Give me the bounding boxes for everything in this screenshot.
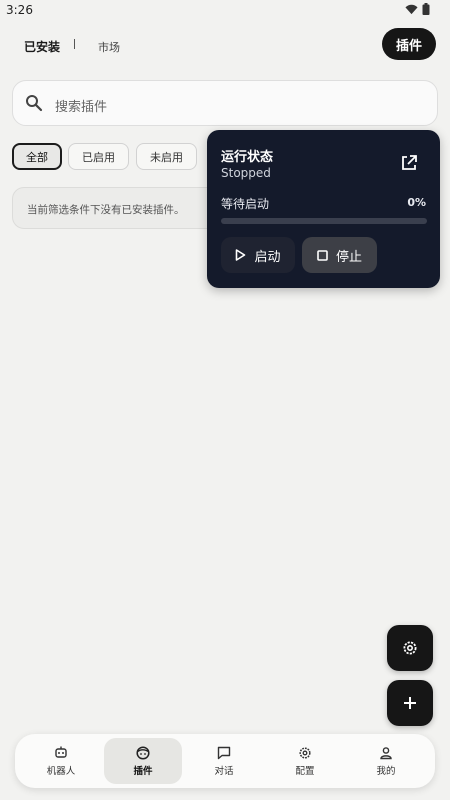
external-link-icon[interactable] [400,154,418,172]
progress-percent: 0% [407,196,426,209]
progress-bar [221,218,427,224]
empty-state: 当前筛选条件下没有已安装插件。 [12,187,232,229]
filter-enabled[interactable]: 已启用 [68,143,129,170]
nav-label-chat: 对话 [214,765,234,777]
stop-icon [317,249,328,261]
nav-chat[interactable]: 对话 [185,738,263,784]
person-icon [380,746,392,759]
search-icon [26,95,43,112]
status-time: 3:26 [6,3,33,17]
progress-label: 等待启动 [221,197,270,211]
empty-message: 当前筛选条件下没有已安装插件。 [27,204,185,216]
robot-icon [55,746,67,758]
add-fab[interactable] [387,680,433,726]
stop-button[interactable]: 停止 [302,237,377,273]
tab-market[interactable]: 市场 [98,39,120,55]
play-icon [236,249,246,261]
stop-label: 停止 [335,249,362,265]
status-title: 运行状态 [221,150,274,165]
wifi-icon [405,4,418,14]
battery-icon [422,3,430,15]
filter-disabled[interactable]: 未启用 [136,143,197,170]
nav-label-config: 配置 [295,765,315,777]
start-label: 启动 [254,249,281,265]
status-panel: 运行状态 Stopped 等待启动 0% 启动 停止 [207,130,440,288]
plus-icon [404,697,416,709]
nav-config[interactable]: 配置 [266,738,344,784]
tab-installed[interactable]: 已安装 [24,38,60,55]
plugin-button[interactable]: 插件 [382,28,436,60]
search-placeholder: 搜索插件 [55,100,108,115]
system-icons [405,3,430,15]
settings-fab[interactable] [387,625,433,671]
bottom-nav: 机器人 插件 对话 配置 我的 [15,734,435,788]
gear-icon [403,641,417,655]
chat-icon [217,746,231,759]
nav-label-robot: 机器人 [46,765,76,777]
status-state: Stopped [221,166,271,180]
face-icon [136,745,150,760]
nav-label-plugins: 插件 [133,765,153,777]
tab-divider [74,39,75,49]
filter-all[interactable]: 全部 [12,143,62,170]
nav-me[interactable]: 我的 [347,738,425,784]
nav-plugins[interactable]: 插件 [104,738,182,784]
nav-robot[interactable]: 机器人 [22,738,100,784]
start-button[interactable]: 启动 [221,237,295,273]
status-bar: 3:26 [0,0,450,20]
gear-icon [299,746,311,759]
nav-label-me: 我的 [376,765,396,777]
search-input[interactable]: 搜索插件 [12,80,438,126]
